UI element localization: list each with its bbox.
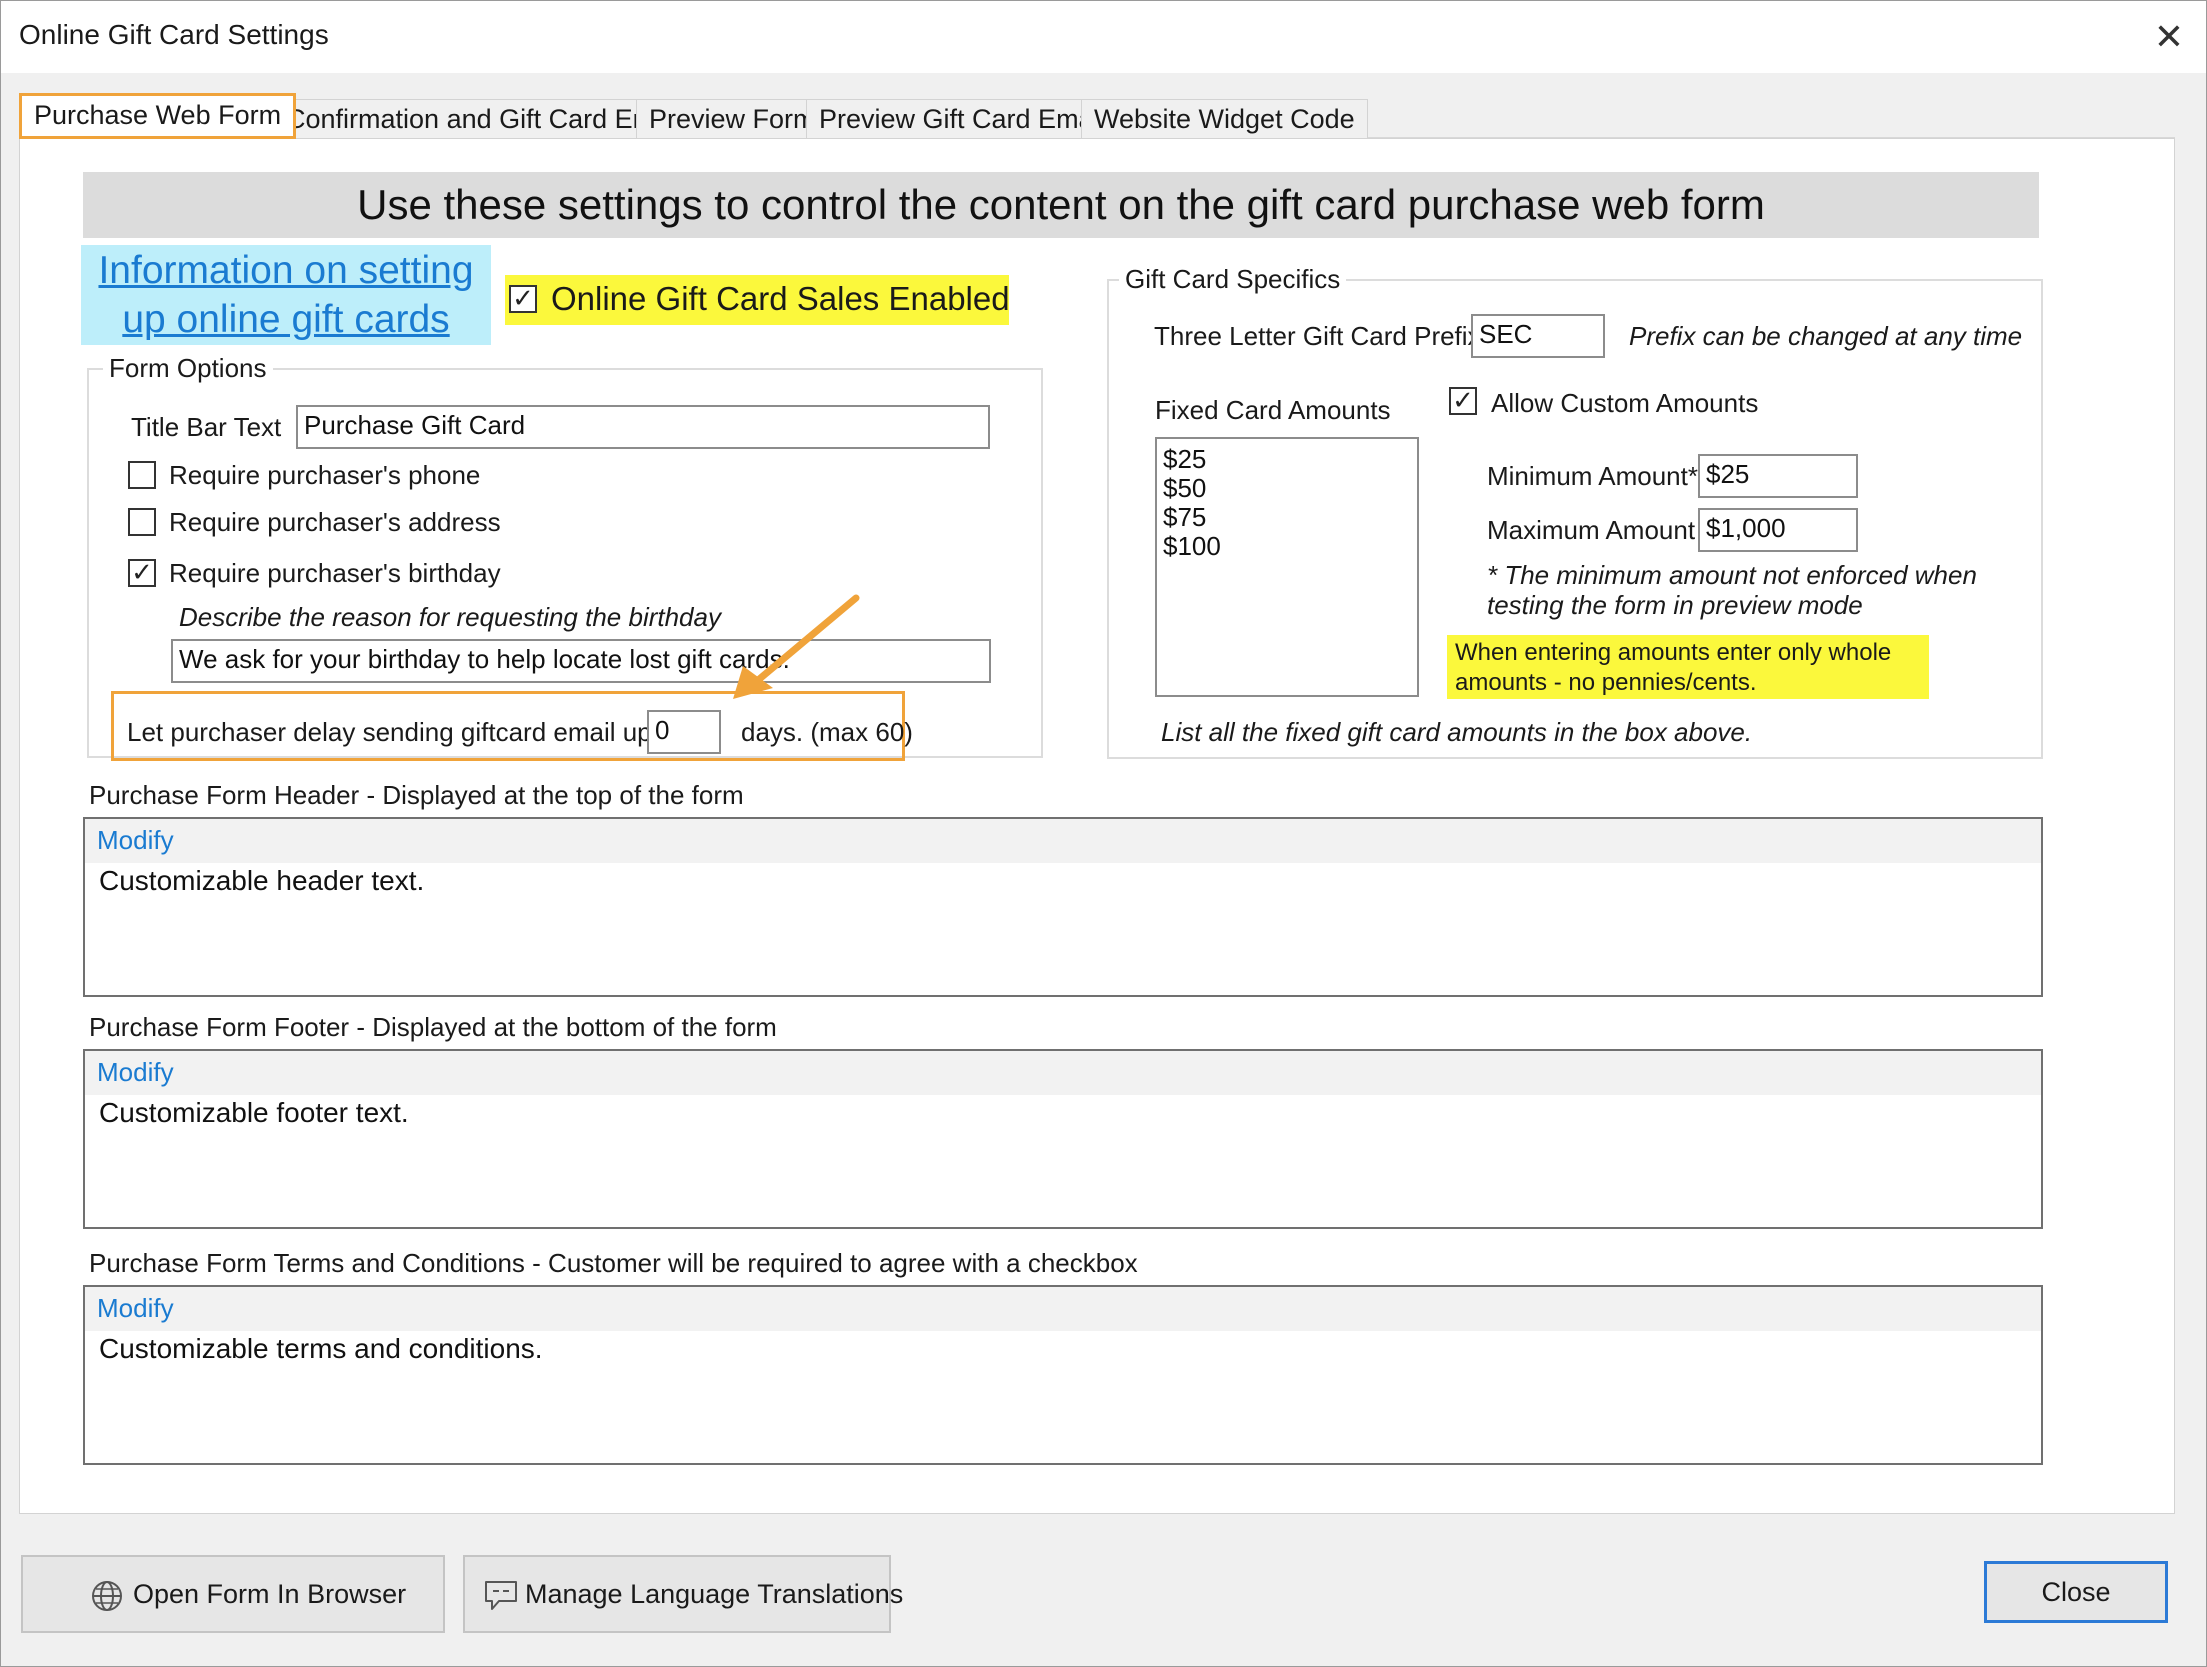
maximum-amount-label: Maximum Amount — [1487, 515, 1696, 545]
fixed-amounts-label: Fixed Card Amounts — [1155, 395, 1391, 425]
list-item[interactable]: $100 — [1163, 532, 1417, 561]
allow-custom-label: Allow Custom Amounts — [1491, 388, 1759, 418]
title-bar-text-label: Title Bar Text — [131, 412, 282, 442]
open-form-in-browser-label: Open Form In Browser — [133, 1579, 407, 1609]
prefix-label: Three Letter Gift Card Prefix — [1154, 321, 1481, 351]
footer-modify-link[interactable]: Modify — [97, 1057, 174, 1088]
list-item[interactable]: $25 — [1163, 445, 1417, 474]
maximum-amount-input[interactable]: $1,000 — [1698, 508, 1858, 552]
arrow-annotation-icon — [733, 594, 860, 699]
tab-purchase-web-form[interactable]: Purchase Web Form — [19, 93, 297, 139]
whole-amounts-note: When entering amounts enter only whole a… — [1447, 635, 1929, 699]
require-birthday-label: Require purchaser's birthday — [169, 558, 501, 588]
manage-language-translations-label: Manage Language Translations — [525, 1579, 904, 1609]
minimum-amount-label: Minimum Amount* — [1487, 461, 1698, 491]
tab-preview-gift-card-email[interactable]: Preview Gift Card Email — [806, 99, 1119, 139]
minimum-note-line1: * The minimum amount not enforced when — [1487, 560, 1977, 590]
title-bar-text-input[interactable]: Purchase Gift Card — [296, 405, 990, 449]
require-phone-checkbox[interactable] — [128, 461, 156, 489]
title-bar: Online Gift Card Settings ✕ — [1, 1, 2206, 73]
require-address-label: Require purchaser's address — [169, 507, 501, 537]
manage-language-translations-button[interactable]: Manage Language Translations — [463, 1555, 903, 1633]
sales-enabled-checkbox[interactable]: ✓ — [509, 285, 537, 313]
terms-editor-toolbar — [85, 1287, 2041, 1331]
footer-editor[interactable]: Modify Customizable footer text. — [83, 1049, 2043, 1229]
info-link-line1[interactable]: Information on setting — [81, 245, 491, 294]
terms-section-label: Purchase Form Terms and Conditions - Cus… — [89, 1248, 1138, 1278]
sales-enabled-label: Online Gift Card Sales Enabled — [551, 280, 1010, 317]
gift-card-specifics-title: Gift Card Specifics — [1119, 264, 1347, 295]
require-address-checkbox[interactable] — [128, 508, 156, 536]
info-link-line2[interactable]: up online gift cards — [81, 294, 491, 343]
minimum-note-line2: testing the form in preview mode — [1487, 590, 1863, 620]
speech-bubble-icon — [485, 1581, 517, 1610]
open-form-in-browser-button[interactable]: Open Form In Browser — [21, 1555, 445, 1633]
require-phone-label: Require purchaser's phone — [169, 460, 481, 490]
header-section-label: Purchase Form Header - Displayed at the … — [89, 780, 744, 810]
delay-days-input[interactable]: 0 — [647, 710, 721, 754]
minimum-amount-input[interactable]: $25 — [1698, 454, 1858, 498]
tab-preview-form[interactable]: Preview Form — [636, 99, 829, 139]
whole-amounts-note-line2: amounts - no pennies/cents. — [1455, 669, 1757, 696]
allow-custom-checkbox[interactable]: ✓ — [1449, 387, 1477, 415]
footer-section-label: Purchase Form Footer - Displayed at the … — [89, 1012, 777, 1042]
fixed-amounts-listbox[interactable]: $25 $50 $75 $100 — [1155, 437, 1419, 697]
prefix-input[interactable]: SEC — [1471, 314, 1605, 358]
delay-label: Let purchaser delay sending giftcard ema… — [127, 717, 681, 747]
footer-content: Customizable footer text. — [99, 1097, 409, 1128]
form-options-title: Form Options — [103, 353, 273, 384]
close-icon[interactable]: ✕ — [2149, 17, 2189, 57]
info-link-box[interactable]: Information on setting up online gift ca… — [81, 245, 491, 345]
terms-modify-link[interactable]: Modify — [97, 1293, 174, 1324]
list-item[interactable]: $50 — [1163, 474, 1417, 503]
whole-amounts-note-line1: When entering amounts enter only whole — [1455, 639, 1892, 666]
prefix-note: Prefix can be changed at any time — [1629, 321, 2023, 351]
dialog-window: Online Gift Card Settings ✕ Purchase Web… — [0, 0, 2207, 1667]
fixed-amounts-note: List all the fixed gift card amounts in … — [1161, 717, 1753, 747]
delay-suffix: days. (max 60) — [741, 717, 913, 747]
birthday-reason-label: Describe the reason for requesting the b… — [179, 602, 721, 632]
header-editor-toolbar — [85, 819, 2041, 863]
terms-content: Customizable terms and conditions. — [99, 1333, 543, 1364]
list-item[interactable]: $75 — [1163, 503, 1417, 532]
require-birthday-checkbox[interactable]: ✓ — [128, 559, 156, 587]
page-banner: Use these settings to control the conten… — [83, 172, 2039, 238]
footer-editor-toolbar — [85, 1051, 2041, 1095]
globe-icon — [92, 1581, 122, 1611]
tab-website-widget-code[interactable]: Website Widget Code — [1081, 99, 1368, 139]
tab-confirmation-email[interactable]: Confirmation and Gift Card Email — [273, 99, 696, 139]
header-editor[interactable]: Modify Customizable header text. — [83, 817, 2043, 997]
terms-editor[interactable]: Modify Customizable terms and conditions… — [83, 1285, 2043, 1465]
header-modify-link[interactable]: Modify — [97, 825, 174, 856]
close-button[interactable]: Close — [1984, 1561, 2168, 1623]
window-title: Online Gift Card Settings — [19, 19, 329, 50]
header-content: Customizable header text. — [99, 865, 425, 896]
